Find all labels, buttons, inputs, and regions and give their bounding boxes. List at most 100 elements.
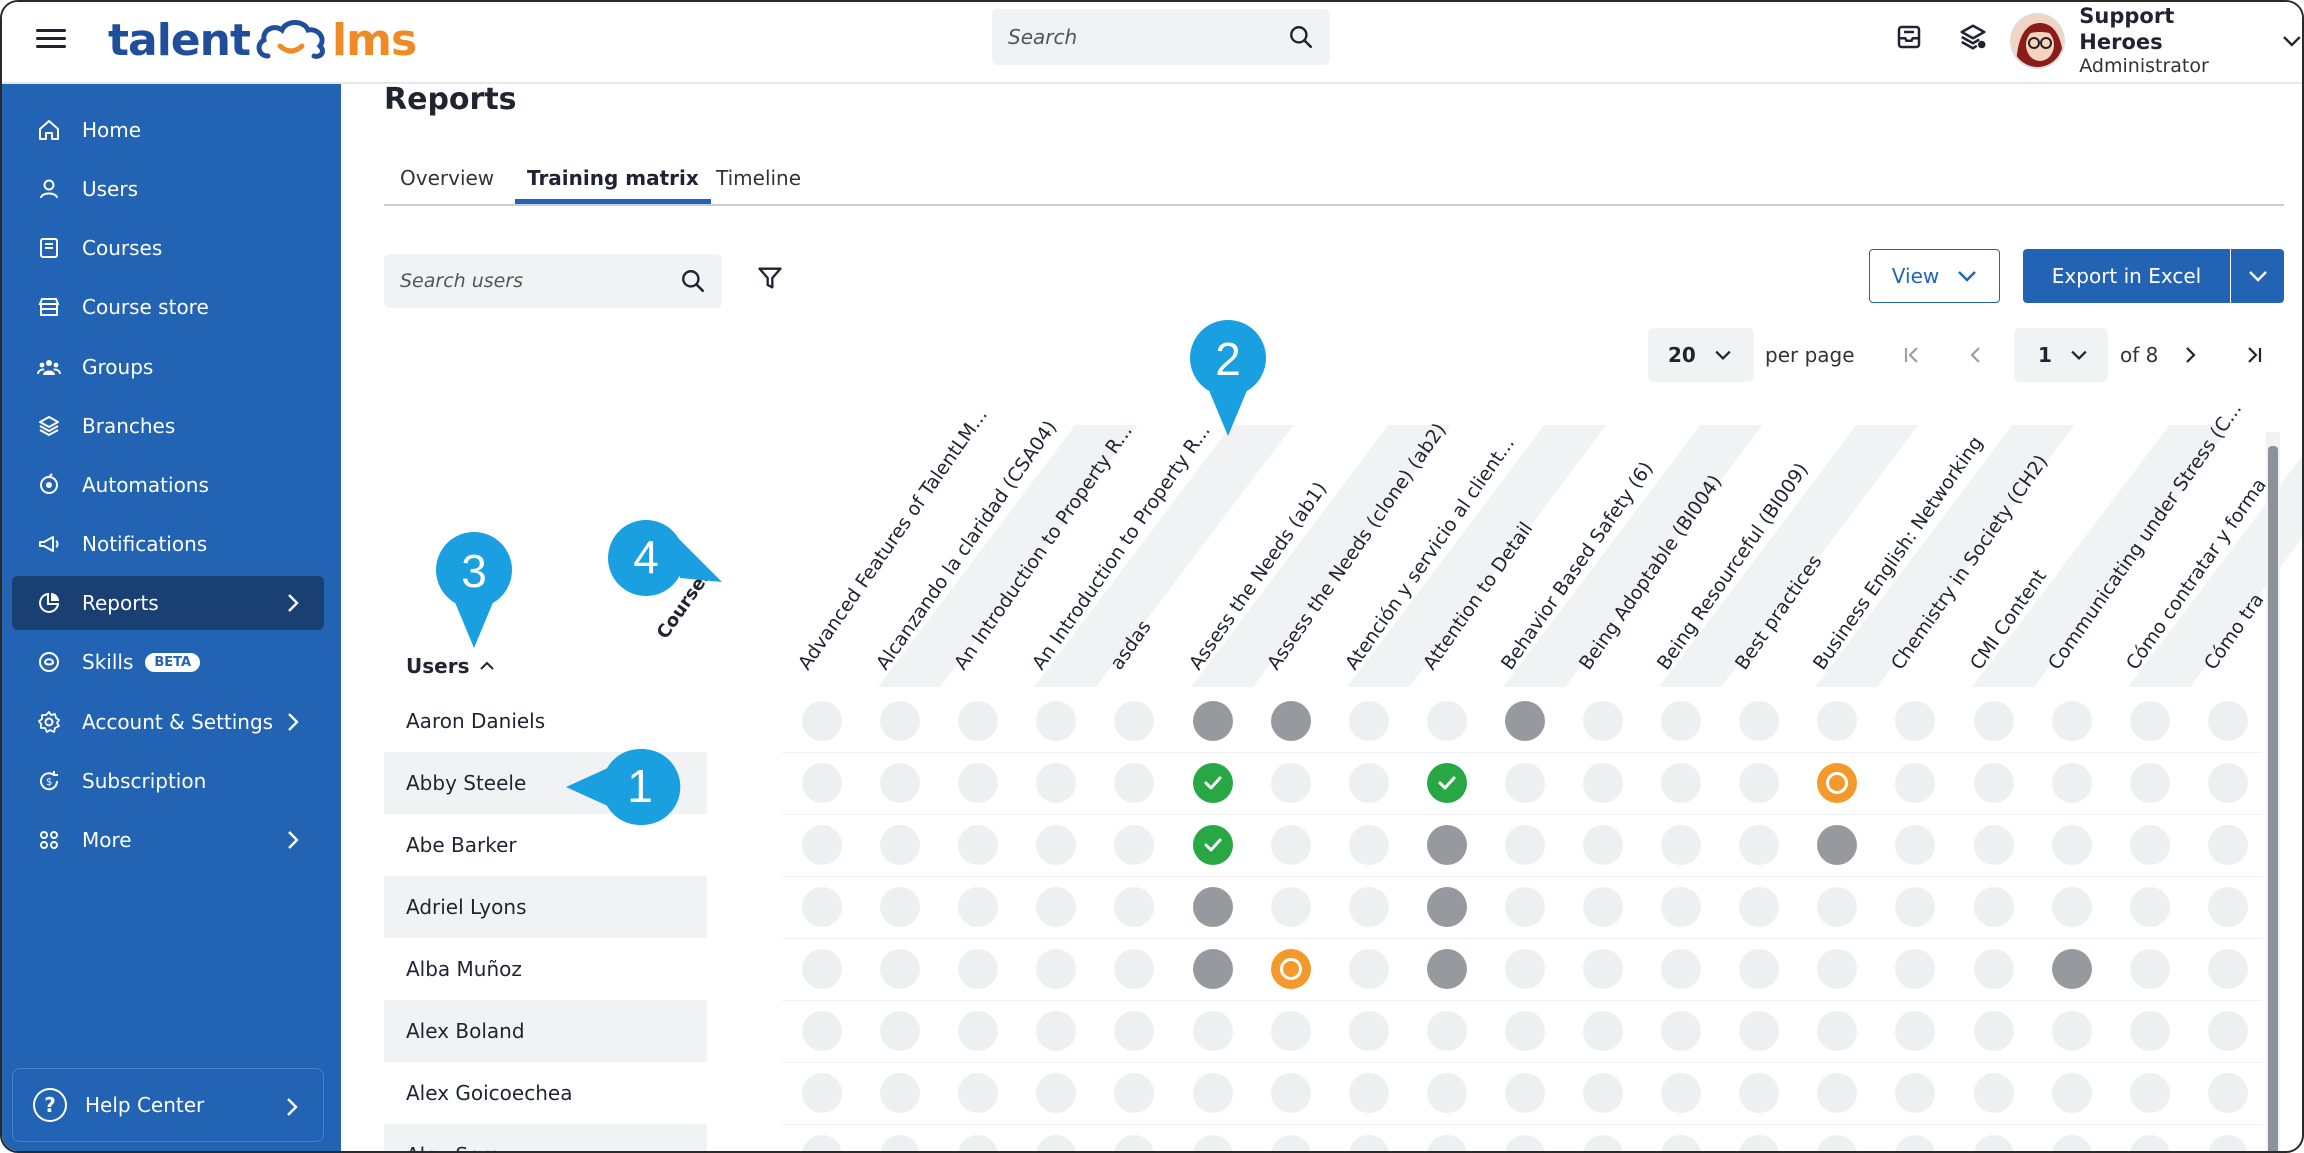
progress-cell-not-started[interactable] [958, 1073, 999, 1113]
users-column-header[interactable]: Users [406, 654, 495, 678]
progress-cell-not-started[interactable] [958, 949, 999, 989]
progress-cell-not-started[interactable] [1036, 887, 1077, 927]
progress-cell-not-started[interactable] [1817, 701, 1858, 741]
progress-cell-not-started[interactable] [802, 825, 842, 865]
progress-cell-not-started[interactable] [1973, 887, 2014, 927]
progress-cell-not-started[interactable] [2051, 825, 2092, 865]
progress-cell-not-started[interactable] [1036, 825, 1077, 865]
export-options-button[interactable] [2231, 249, 2284, 303]
progress-cell-not-started[interactable] [1114, 1011, 1155, 1051]
progress-cell-not-started[interactable] [1270, 887, 1311, 927]
progress-cell-in-progress[interactable] [1817, 825, 1858, 865]
progress-cell-not-started[interactable] [1583, 949, 1623, 989]
progress-cell-not-started[interactable] [1426, 1135, 1467, 1151]
progress-cell-not-started[interactable] [1504, 1135, 1545, 1151]
inbox-icon[interactable] [1894, 22, 1924, 52]
progress-cell-not-started[interactable] [802, 949, 842, 989]
progress-cell-not-started[interactable] [880, 1073, 921, 1113]
progress-cell-not-started[interactable] [880, 1011, 921, 1051]
progress-cell-not-started[interactable] [1036, 763, 1077, 803]
progress-cell-not-started[interactable] [1739, 1073, 1780, 1113]
menu-icon[interactable] [36, 24, 66, 54]
progress-cell-not-started[interactable] [1504, 1011, 1545, 1051]
progress-cell-not-started[interactable] [1504, 1073, 1545, 1113]
progress-cell-completed[interactable] [1192, 825, 1233, 865]
progress-cell-not-started[interactable] [1973, 825, 2014, 865]
progress-cell-not-started[interactable] [1817, 1011, 1858, 1051]
progress-cell-not-started[interactable] [802, 1011, 842, 1051]
progress-cell-not-started[interactable] [1114, 887, 1155, 927]
user-row[interactable]: Alex Goicoechea [384, 1062, 707, 1124]
progress-cell-not-started[interactable] [1895, 763, 1936, 803]
progress-cell-not-started[interactable] [1114, 763, 1155, 803]
matrix-scroll-thumb[interactable] [2268, 446, 2278, 1151]
sidebar-item-groups[interactable]: Groups [12, 340, 324, 394]
progress-cell-not-started[interactable] [1817, 887, 1858, 927]
layers-switch-icon[interactable] [1958, 22, 1988, 52]
progress-cell-not-started[interactable] [880, 701, 921, 741]
last-page-button[interactable] [2237, 338, 2271, 372]
progress-cell-not-started[interactable] [1661, 1011, 1702, 1051]
progress-cell-not-started[interactable] [1192, 1135, 1233, 1151]
user-menu[interactable]: Support Heroes Administrator [2010, 4, 2302, 77]
user-row[interactable]: Adriel Lyons [384, 876, 707, 938]
filter-icon[interactable] [756, 264, 784, 292]
progress-cell-not-started[interactable] [1895, 1135, 1936, 1151]
progress-cell-not-started[interactable] [2129, 1135, 2170, 1151]
progress-cell-not-started[interactable] [1739, 949, 1780, 989]
next-page-button[interactable] [2173, 338, 2207, 372]
progress-cell-not-started[interactable] [2051, 1073, 2092, 1113]
progress-cell-not-started[interactable] [1504, 763, 1545, 803]
progress-cell-not-started[interactable] [1036, 1073, 1077, 1113]
progress-cell-not-started[interactable] [880, 763, 921, 803]
progress-cell-in-progress[interactable] [1426, 887, 1467, 927]
tab-overview[interactable]: Overview [388, 160, 506, 204]
progress-cell-not-started[interactable] [1661, 825, 1702, 865]
progress-cell-not-started[interactable] [1739, 763, 1780, 803]
sidebar-item-automations[interactable]: Automations [12, 458, 324, 512]
progress-cell-not-started[interactable] [1739, 701, 1780, 741]
progress-cell-not-started[interactable] [1114, 825, 1155, 865]
progress-cell-not-started[interactable] [1036, 1135, 1077, 1151]
progress-cell-not-started[interactable] [1973, 1135, 2014, 1151]
progress-cell-not-started[interactable] [1817, 949, 1858, 989]
progress-cell-not-started[interactable] [1661, 1135, 1702, 1151]
progress-cell-not-started[interactable] [1661, 701, 1702, 741]
progress-cell-in-progress[interactable] [1192, 949, 1233, 989]
progress-cell-not-started[interactable] [2051, 763, 2092, 803]
progress-cell-not-started[interactable] [1348, 1073, 1389, 1113]
progress-cell-not-started[interactable] [1739, 887, 1780, 927]
progress-cell-not-started[interactable] [2207, 1135, 2248, 1151]
progress-cell-not-started[interactable] [1817, 1135, 1858, 1151]
progress-cell-not-started[interactable] [1895, 887, 1936, 927]
global-search-input[interactable]: Search [992, 9, 1330, 65]
progress-cell-in-progress[interactable] [1192, 887, 1233, 927]
progress-cell-not-started[interactable] [1192, 1073, 1233, 1113]
progress-cell-not-started[interactable] [802, 763, 842, 803]
progress-cell-not-started[interactable] [1036, 949, 1077, 989]
progress-cell-in-progress[interactable] [1426, 825, 1467, 865]
progress-cell-not-started[interactable] [1348, 1011, 1389, 1051]
user-row[interactable]: Alba Muñoz [384, 938, 707, 1000]
progress-cell-not-started[interactable] [958, 825, 999, 865]
progress-cell-not-started[interactable] [1348, 887, 1389, 927]
progress-cell-not-started[interactable] [1348, 1135, 1389, 1151]
progress-cell-not-started[interactable] [1270, 1011, 1311, 1051]
progress-cell-not-started[interactable] [802, 1135, 842, 1151]
user-row[interactable]: Alex Boland [384, 1000, 707, 1062]
sidebar-item-home[interactable]: Home [12, 103, 324, 157]
progress-cell-not-started[interactable] [1661, 887, 1702, 927]
progress-cell-not-started[interactable] [1504, 887, 1545, 927]
progress-cell-not-started[interactable] [1973, 1073, 2014, 1113]
progress-cell-not-started[interactable] [880, 887, 921, 927]
progress-cell-not-started[interactable] [2051, 1011, 2092, 1051]
progress-cell-not-started[interactable] [802, 1073, 842, 1113]
progress-cell-not-started[interactable] [1661, 763, 1702, 803]
progress-cell-not-started[interactable] [1895, 1011, 1936, 1051]
progress-cell-in-progress[interactable] [1504, 701, 1545, 741]
progress-cell-not-started[interactable] [1426, 701, 1467, 741]
progress-cell-not-started[interactable] [1895, 701, 1936, 741]
sidebar-item-subscription[interactable]: $ Subscription [12, 754, 324, 808]
progress-cell-not-started[interactable] [1348, 949, 1389, 989]
progress-cell-failed[interactable] [1270, 949, 1311, 989]
